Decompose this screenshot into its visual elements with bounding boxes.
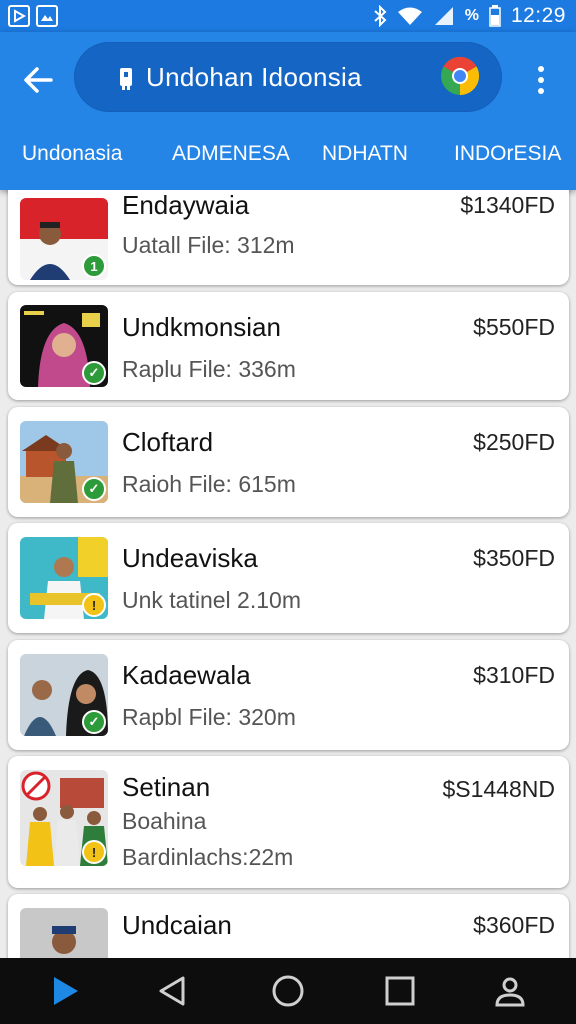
more-vert-icon (538, 66, 544, 72)
list-item[interactable]: ! Undeaviska $350FD Unk tatinel 2.10m (8, 523, 569, 633)
listing-title: Undkmonsian (122, 312, 281, 342)
listing-subtitle: Raplu File: 336m (122, 356, 296, 382)
listing-subtitle: Unk tatinel 2.10m (122, 587, 301, 613)
tab-indoresia[interactable]: INDOrESIA (454, 142, 561, 166)
tab-ndhatn[interactable]: NDHATN (322, 142, 408, 166)
tab-bar: Undonasia ADMENESA NDHATN INDOrESIA (0, 130, 576, 182)
listing-thumbnail: 1 (20, 198, 108, 280)
tab-admenesa[interactable]: ADMENESA (172, 142, 290, 166)
list-item[interactable]: ✓ Kadaewala $310FD Rapbl File: 320m (8, 640, 569, 750)
play-button[interactable] (46, 971, 86, 1011)
back-arrow-icon (24, 67, 53, 93)
listing-thumbnail: ✓ (20, 654, 108, 736)
verified-badge: ✓ (82, 710, 106, 734)
listing-thumbnail (20, 908, 108, 958)
listing-title: Setinan (122, 772, 211, 802)
listing-price: $550FD (473, 314, 555, 340)
list-item[interactable]: ✓ Undkmonsian $550FD Raplu File: 336m (8, 292, 569, 400)
listing-price: $250FD (473, 429, 555, 455)
photo-icon (36, 5, 58, 27)
list-item[interactable]: 1 Endaywaia $1340FD Uatall File: 312m (8, 190, 569, 285)
wifi-icon (397, 7, 422, 25)
listing-title: Endaywaia (122, 190, 250, 220)
list-item[interactable]: ✓ Cloftard $250FD Raioh File: 615m (8, 407, 569, 517)
listing-title: Undcaian (122, 910, 232, 940)
tab-undonasia[interactable]: Undonasia (22, 142, 122, 166)
listing-detail: Bardinlachs:22m (122, 844, 294, 870)
listing-price: $S1448ND (442, 776, 555, 802)
warning-badge: ! (82, 840, 106, 864)
back-icon (159, 976, 185, 1006)
play-store-icon (8, 5, 30, 27)
listing-subtitle: Uatall File: 312m (122, 232, 295, 258)
nav-recents-button[interactable] (380, 971, 420, 1011)
listing-price: $360FD (473, 912, 555, 938)
listing-title: Undeaviska (122, 543, 258, 573)
lock-icon (120, 68, 132, 90)
listing-thumbnail: ! (20, 770, 108, 866)
url-text: Undohan Idoonsia (146, 62, 362, 92)
address-bar[interactable]: Undohan Idoonsia (74, 42, 502, 112)
listing-thumbnail: ! (20, 537, 108, 619)
list-item[interactable]: Undcaian $360FD (8, 894, 569, 958)
nav-profile-button[interactable] (490, 971, 530, 1011)
person-icon (495, 977, 525, 1007)
list-item[interactable]: ! Setinan $S1448ND Boahina Bardinlachs:2… (8, 756, 569, 888)
listing-subtitle: Rapbl File: 320m (122, 704, 296, 730)
listing-price: $310FD (473, 662, 555, 688)
verified-badge: ✓ (82, 477, 106, 501)
listing-subtitle: Raioh File: 615m (122, 471, 296, 497)
listing-price: $350FD (473, 545, 555, 571)
listing-title: Cloftard (122, 427, 214, 457)
listing-price: $1340FD (460, 192, 555, 218)
listing-subtitle: Boahina (122, 808, 207, 834)
status-bar: % 12:29 (0, 0, 576, 32)
play-icon (54, 977, 78, 1005)
listing-list: 1 Endaywaia $1340FD Uatall File: 312m ✓ … (0, 190, 576, 958)
signal-icon (434, 7, 453, 25)
verified-badge: ✓ (82, 361, 106, 385)
listing-title: Kadaewala (122, 660, 251, 690)
verified-badge: 1 (82, 254, 106, 278)
bluetooth-icon (374, 5, 387, 27)
recents-icon (385, 976, 415, 1006)
back-button[interactable] (16, 58, 60, 102)
nav-back-button[interactable] (152, 971, 192, 1011)
chrome-icon[interactable] (440, 56, 480, 96)
system-nav-bar (0, 958, 576, 1024)
battery-text: % (464, 7, 479, 24)
home-icon (272, 975, 304, 1007)
warning-badge: ! (82, 593, 106, 617)
nav-home-button[interactable] (268, 971, 308, 1011)
status-time: 12:29 (510, 4, 566, 27)
battery-icon (489, 5, 501, 27)
more-options-button[interactable] (524, 60, 558, 100)
browser-toolbar: Undohan Idoonsia Undonasia ADMENESA NDHA… (0, 32, 576, 190)
listing-thumbnail: ✓ (20, 305, 108, 387)
listing-thumbnail: ✓ (20, 421, 108, 503)
